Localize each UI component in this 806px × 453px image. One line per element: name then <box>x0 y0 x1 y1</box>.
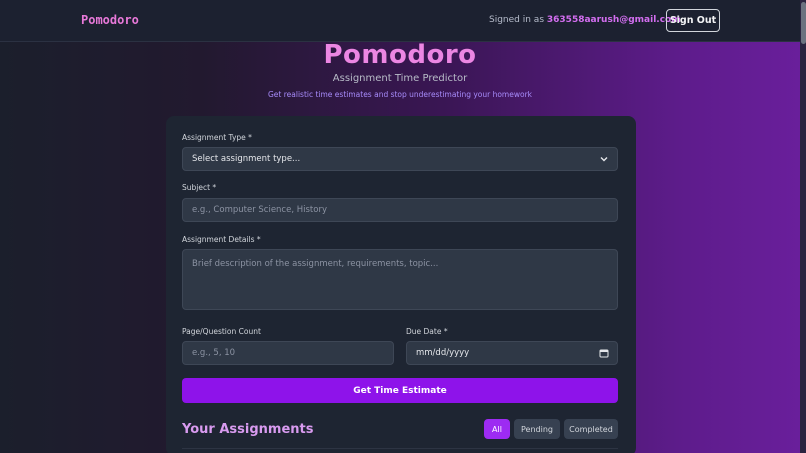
get-time-estimate-button[interactable]: Get Time Estimate <box>182 378 618 403</box>
page-subtitle: Assignment Time Predictor <box>332 73 468 84</box>
signed-in-status: Signed in as 363558aarush@gmail.com <box>489 15 681 25</box>
subject-input[interactable]: e.g., Computer Science, History <box>182 198 618 222</box>
due-date-value: mm/dd/yyyy <box>416 348 470 358</box>
navbar: Pomodoro Signed in as 363558aarush@gmail… <box>0 0 806 42</box>
details-label: Assignment Details * <box>182 235 261 244</box>
details-textarea[interactable]: Brief description of the assignment, req… <box>182 249 618 310</box>
assignment-type-select[interactable]: Select assignment type... <box>182 147 618 171</box>
sign-out-button[interactable]: Sign Out <box>666 9 720 32</box>
due-date-label: Due Date * <box>406 327 448 336</box>
assignment-type-label: Assignment Type * <box>182 133 252 142</box>
page-tagline: Get realistic time estimates and stop un… <box>267 90 533 99</box>
page-title: Pomodoro <box>323 40 477 70</box>
scrollbar-thumb[interactable] <box>801 2 806 44</box>
assignment-form-card: Assignment Type * Select assignment type… <box>166 116 636 453</box>
chevron-down-icon <box>600 157 608 162</box>
assignment-type-value: Select assignment type... <box>192 154 301 164</box>
brand-logo[interactable]: Pomodoro <box>81 13 139 27</box>
filter-pending-button[interactable]: Pending <box>514 419 560 439</box>
due-date-input[interactable]: mm/dd/yyyy <box>406 341 618 365</box>
count-label: Page/Question Count <box>182 327 261 336</box>
filter-all-button[interactable]: All <box>484 419 510 439</box>
filter-completed-button[interactable]: Completed <box>564 419 618 439</box>
page-scrollbar[interactable] <box>800 0 806 453</box>
signed-in-prefix: Signed in as <box>489 15 545 25</box>
count-input[interactable]: e.g., 5, 10 <box>182 341 394 365</box>
section-divider <box>182 448 618 449</box>
assignments-section-title: Your Assignments <box>182 422 314 437</box>
user-email: 363558aarush@gmail.com <box>546 15 681 25</box>
subject-label: Subject * <box>182 183 217 192</box>
calendar-icon[interactable] <box>599 348 609 358</box>
